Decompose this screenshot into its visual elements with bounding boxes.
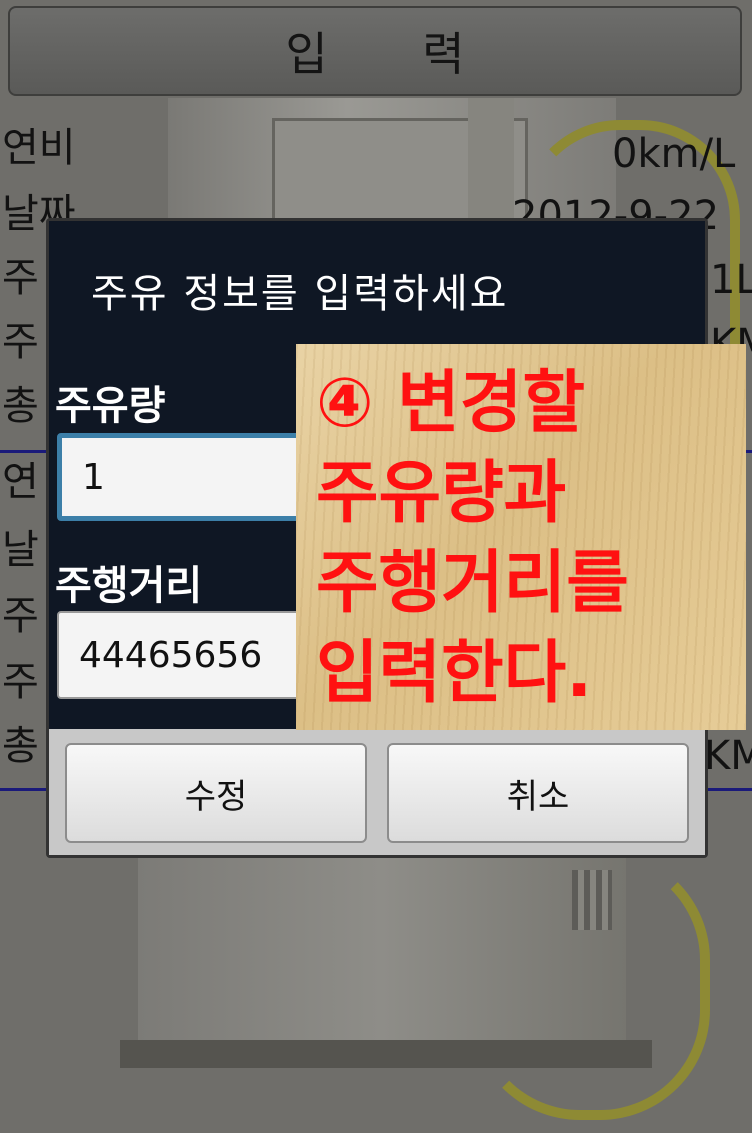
record-label: 연비 [2, 125, 76, 171]
instruction-line: 주유량과 [316, 454, 567, 533]
dialog-header: 주유 정보를 입력하세요 [49, 221, 705, 351]
instruction-line: 주행거리를 [316, 544, 629, 623]
record-label: 총 [2, 383, 39, 429]
record-label: 주 [2, 319, 39, 365]
pump-hose-bottom [470, 850, 710, 1120]
fuel-amount-label: 주유량 [55, 383, 166, 429]
record-label: 총 [2, 723, 39, 769]
dialog-button-bar: 수정 취소 [49, 729, 705, 855]
record-value: 0km/L [612, 131, 736, 177]
instruction-line: ④ 변경할 [316, 364, 585, 443]
record-label: 연 [2, 459, 39, 505]
record-value: 1L [710, 257, 752, 303]
record-value: KM [704, 733, 752, 779]
instruction-callout: ④ 변경할 주유량과 주행거리를 입력한다. [296, 344, 746, 730]
instruction-line: 입력한다. [316, 634, 593, 713]
record-label: 주 [2, 659, 39, 705]
record-label: 주 [2, 255, 39, 301]
cancel-button[interactable]: 취소 [387, 743, 689, 843]
pump-column [468, 98, 514, 226]
record-label: 날 [2, 527, 39, 573]
record-label: 주 [2, 593, 39, 639]
confirm-button[interactable]: 수정 [65, 743, 367, 843]
distance-label: 주행거리 [55, 563, 203, 609]
dialog-title: 주유 정보를 입력하세요 [91, 271, 509, 317]
input-button[interactable]: 입 력 [8, 6, 742, 96]
